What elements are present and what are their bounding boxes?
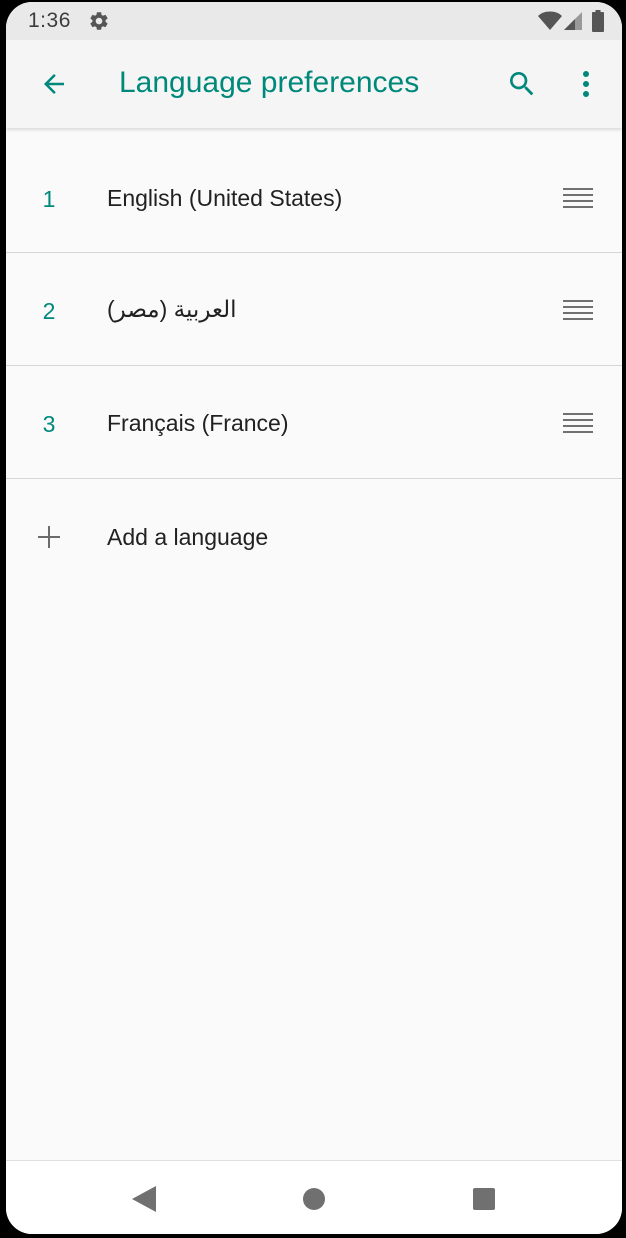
more-options-button[interactable]	[566, 62, 606, 106]
language-item[interactable]: 1 English (United States)	[6, 129, 622, 253]
add-language-button[interactable]: Add a language	[6, 480, 622, 596]
status-bar: 1:36	[6, 2, 622, 40]
more-vert-icon	[582, 70, 590, 98]
wifi-icon	[538, 11, 562, 31]
page-title: Language preferences	[119, 66, 420, 99]
language-number: 3	[42, 411, 56, 437]
navigation-bar	[6, 1160, 622, 1234]
device-screen: 1:36 Language preferences 1 English (Uni…	[6, 2, 622, 1234]
language-label: English (United States)	[107, 185, 343, 211]
language-label: العربية (مصر)	[107, 296, 237, 322]
plus-icon	[37, 525, 61, 549]
language-label: Français (France)	[107, 410, 289, 436]
drag-handle-icon[interactable]	[563, 413, 593, 435]
nav-back-icon[interactable]	[130, 1185, 158, 1213]
language-item[interactable]: 3 Français (France)	[6, 366, 622, 479]
drag-handle-icon[interactable]	[563, 188, 593, 210]
settings-gear-icon	[88, 10, 110, 32]
status-time: 1:36	[28, 9, 71, 32]
nav-home-icon[interactable]	[300, 1185, 328, 1213]
language-number: 2	[42, 298, 56, 324]
drag-handle-icon[interactable]	[563, 300, 593, 322]
search-button[interactable]	[500, 62, 544, 106]
cellular-signal-icon	[564, 11, 582, 31]
language-list: 1 English (United States) 2 العربية (مصر…	[6, 129, 622, 479]
add-language-label: Add a language	[107, 524, 269, 550]
status-icons	[538, 10, 604, 32]
nav-recents-icon[interactable]	[470, 1185, 498, 1213]
language-item[interactable]: 2 العربية (مصر)	[6, 253, 622, 366]
arrow-back-icon	[39, 69, 69, 99]
battery-icon	[592, 10, 604, 32]
language-number: 1	[42, 186, 56, 212]
back-button[interactable]	[32, 62, 76, 106]
search-icon	[506, 68, 538, 100]
app-bar: Language preferences	[6, 40, 622, 128]
